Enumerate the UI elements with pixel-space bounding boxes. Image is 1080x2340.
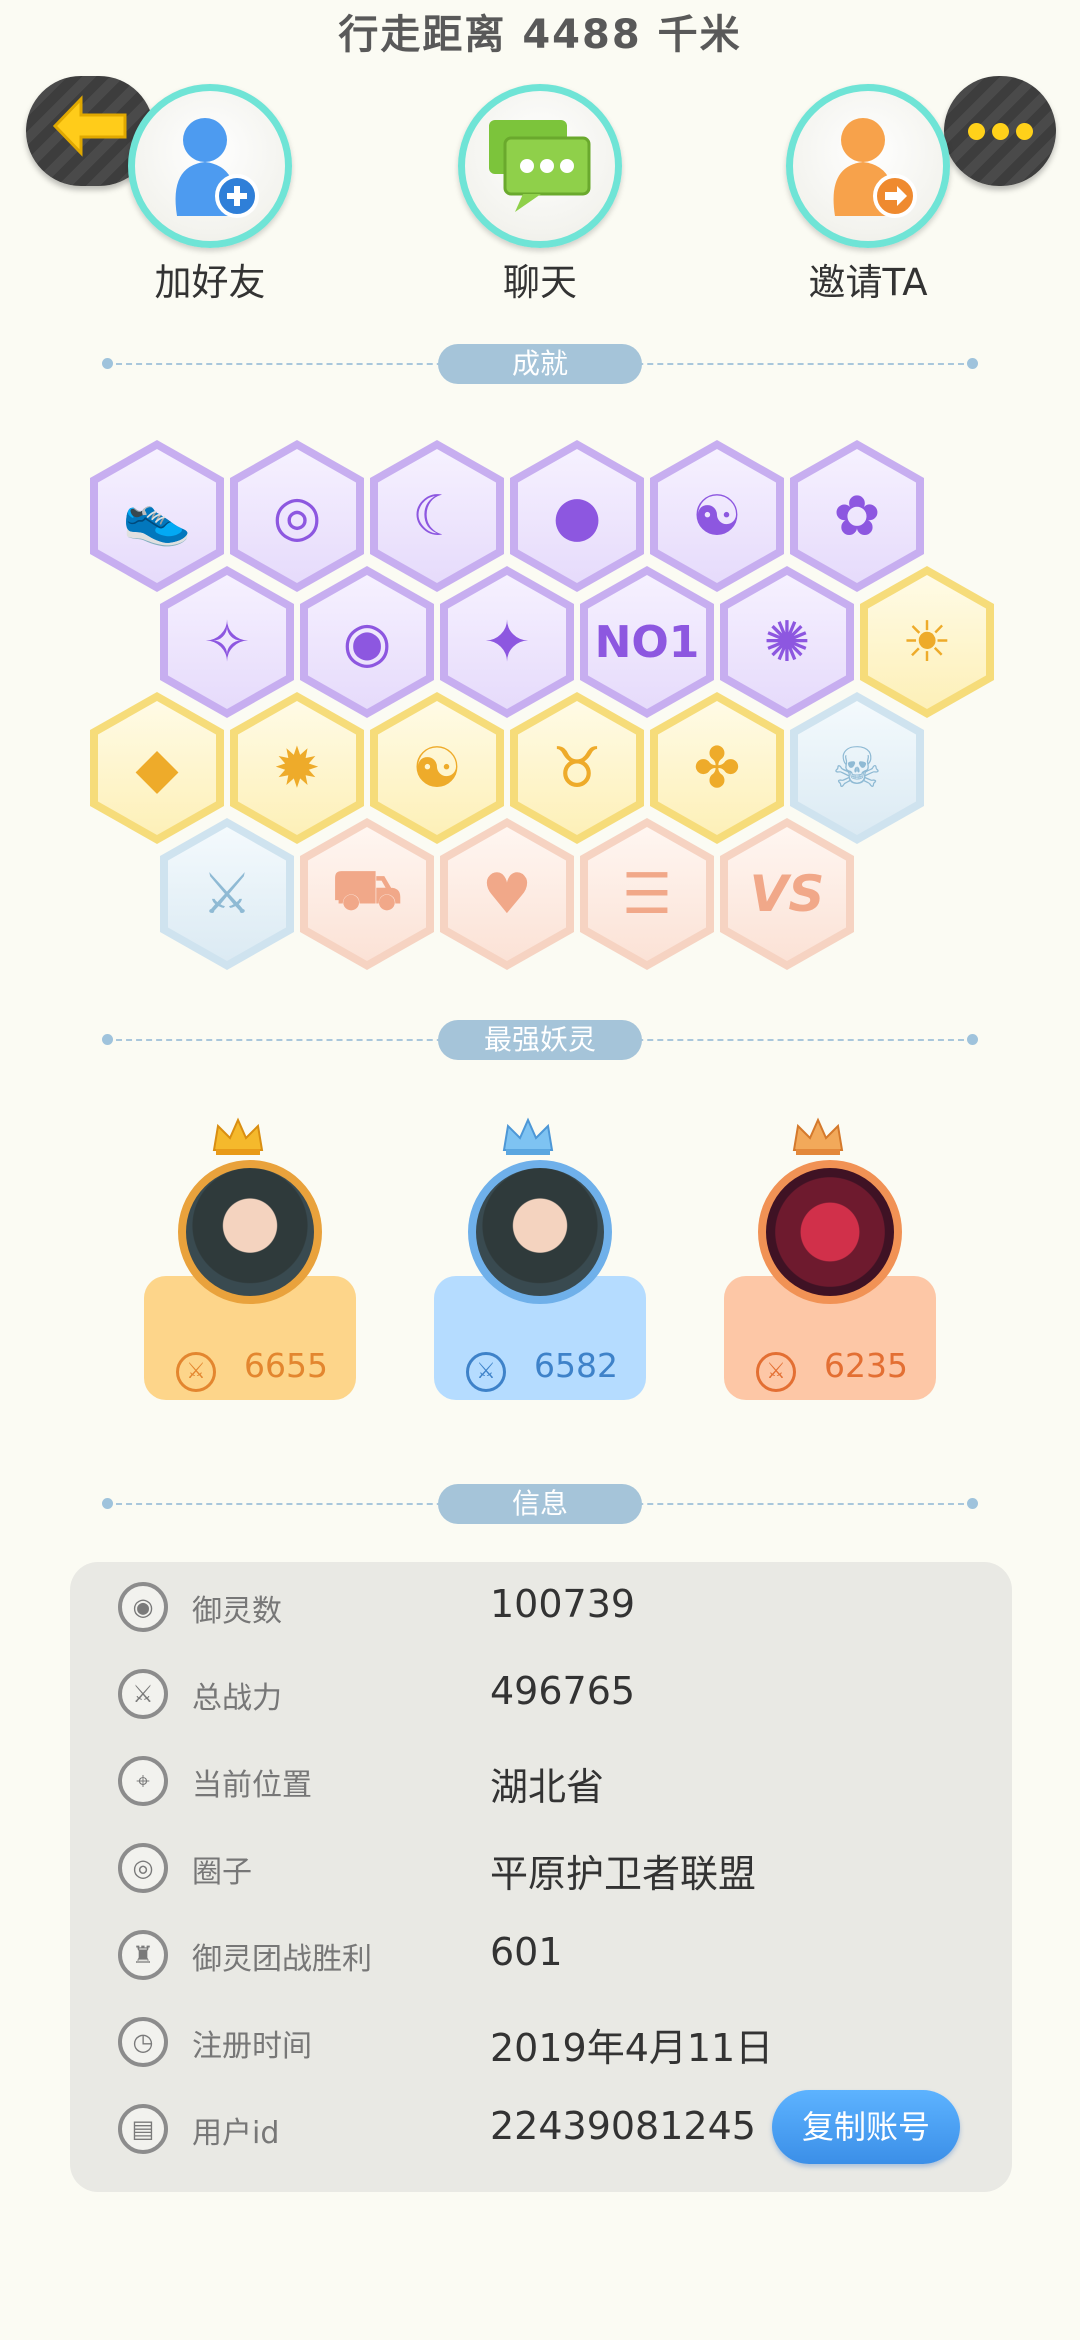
silver-crown-icon: [502, 1117, 554, 1155]
spirit-card-2[interactable]: ⚔ 6582: [434, 1116, 646, 1406]
chat-label: 聊天: [503, 261, 577, 304]
chat-button[interactable]: 聊天: [450, 84, 630, 306]
clock-icon: ◷: [118, 2017, 168, 2067]
spirit-power: 6235: [824, 1346, 908, 1385]
strongest-title: 最强妖灵: [438, 1020, 642, 1060]
achievements-divider: 成就: [102, 344, 978, 384]
sword-power-icon: ⚔: [118, 1669, 168, 1719]
copy-account-button[interactable]: 复制账号: [772, 2090, 960, 2164]
info-key: 御灵团战胜利: [192, 1942, 372, 1977]
back-arrow-icon: [51, 94, 129, 168]
info-title: 信息: [438, 1484, 642, 1524]
info-value: 601: [490, 1930, 563, 1974]
info-value: 平原护卫者联盟: [490, 1852, 757, 1896]
spirit-portrait: [468, 1160, 612, 1304]
info-divider: 信息: [102, 1484, 978, 1524]
info-row-location: ⌖ 当前位置 湖北省: [70, 1736, 1012, 1823]
user-id-icon: ▤: [118, 2104, 168, 2154]
spirit-portrait: [178, 1160, 322, 1304]
circle-group-icon: ◎: [118, 1843, 168, 1893]
power-sword-icon: ⚔: [466, 1352, 506, 1392]
info-key: 圈子: [192, 1855, 252, 1890]
more-button[interactable]: [944, 76, 1056, 186]
location-pin-icon: ⌖: [118, 1756, 168, 1806]
info-row-register-time: ◷ 注册时间 2019年4月11日: [70, 1997, 1012, 2084]
spirit-power: 6655: [244, 1346, 328, 1385]
add-friend-button[interactable]: 加好友: [120, 84, 300, 306]
invite-icon: [786, 84, 950, 248]
chat-icon: [458, 84, 622, 248]
info-key: 总战力: [192, 1681, 282, 1716]
spirit-portrait: [758, 1160, 902, 1304]
info-value: 496765: [490, 1669, 636, 1713]
info-row-team-battle: ♜ 御灵团战胜利 601: [70, 1910, 1012, 1997]
info-panel: ◉ 御灵数 100739 ⚔ 总战力 496765 ⌖ 当前位置 湖北省 ◎ 圈…: [70, 1562, 1012, 2192]
add-friend-icon: [128, 84, 292, 248]
info-key: 用户id: [192, 2116, 280, 2151]
badge-crossed-swords[interactable]: ⚔: [160, 818, 294, 970]
info-key: 御灵数: [192, 1594, 282, 1629]
info-value: 22439081245: [490, 2104, 756, 2148]
info-row-total-power: ⚔ 总战力 496765: [70, 1649, 1012, 1736]
info-value: 湖北省: [490, 1765, 605, 1809]
power-sword-icon: ⚔: [176, 1352, 216, 1392]
bronze-crown-icon: [792, 1117, 844, 1155]
invite-label: 邀请TA: [808, 261, 928, 304]
info-key: 当前位置: [192, 1768, 312, 1803]
badge-cart[interactable]: ⛟: [300, 818, 434, 970]
badge-pets-heart[interactable]: ♥: [440, 818, 574, 970]
spirit-card-3[interactable]: ⚔ 6235: [724, 1116, 936, 1406]
walking-distance: 行走距离 4488 千米: [338, 12, 742, 58]
info-value: 100739: [490, 1582, 636, 1626]
invite-button[interactable]: 邀请TA: [778, 84, 958, 306]
spirit-power: 6582: [534, 1346, 618, 1385]
more-dots-icon: [967, 122, 1033, 140]
badge-fox-list[interactable]: ☰: [580, 818, 714, 970]
info-row-spirit-count: ◉ 御灵数 100739: [70, 1562, 1012, 1649]
gold-crown-icon: [212, 1117, 264, 1155]
spirit-card-1[interactable]: ⚔ 6655: [144, 1116, 356, 1406]
badge-vs[interactable]: VS: [720, 818, 854, 970]
team-battle-icon: ♜: [118, 1930, 168, 1980]
info-key: 注册时间: [192, 2029, 312, 2064]
achievements-title: 成就: [438, 344, 642, 384]
strongest-divider: 最强妖灵: [102, 1020, 978, 1060]
power-sword-icon: ⚔: [756, 1352, 796, 1392]
spirit-count-icon: ◉: [118, 1582, 168, 1632]
info-value: 2019年4月11日: [490, 2026, 774, 2070]
info-row-circle: ◎ 圈子 平原护卫者联盟: [70, 1823, 1012, 1910]
add-friend-label: 加好友: [154, 261, 266, 304]
